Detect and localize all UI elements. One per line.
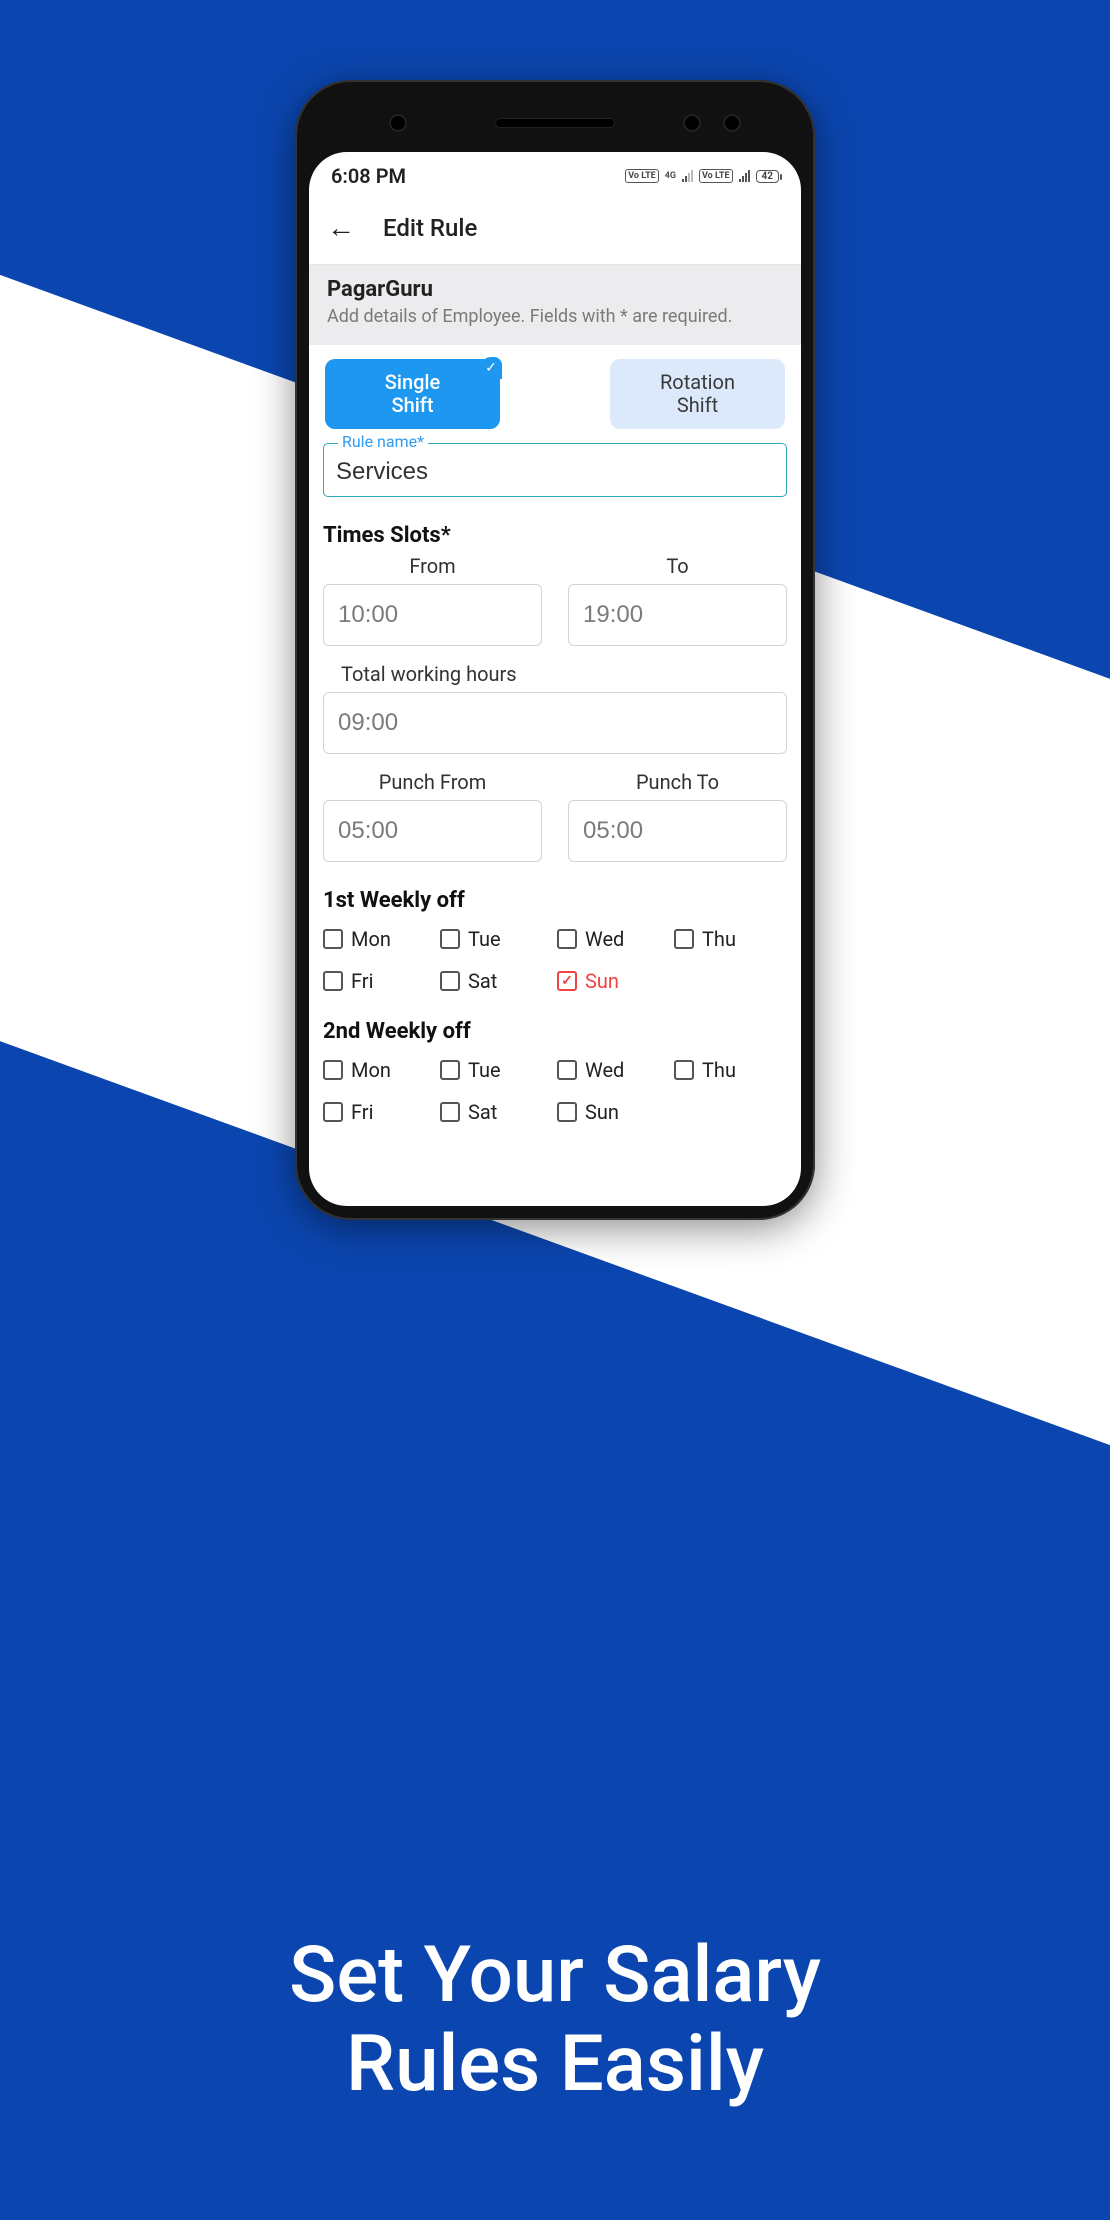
punch-from-input[interactable] — [323, 800, 542, 862]
day-sat[interactable]: Sat — [440, 969, 553, 993]
punch-from-label: Punch From — [323, 770, 542, 794]
checkbox-icon — [323, 971, 343, 991]
rule-name-field[interactable]: Rule name* — [323, 443, 787, 497]
checkbox-icon — [674, 929, 694, 949]
tab-label: Single Shift — [385, 370, 441, 417]
checkbox-icon — [323, 1102, 343, 1122]
week1-days: Mon Tue Wed Thu Fri Sat ✓ Sun — [323, 927, 787, 993]
day-label: Wed — [585, 1058, 624, 1082]
from-input[interactable] — [323, 584, 542, 646]
checkbox-icon — [440, 1102, 460, 1122]
rule-name-legend: Rule name* — [338, 432, 428, 451]
day-label: Mon — [351, 927, 391, 951]
checkbox-icon — [557, 1060, 577, 1080]
day-label: Tue — [468, 1058, 501, 1082]
day-label: Thu — [702, 927, 736, 951]
checkbox-icon — [323, 929, 343, 949]
day-tue[interactable]: Tue — [440, 1058, 553, 1082]
day-sun[interactable]: ✓ Sun — [557, 969, 670, 993]
checkbox-icon — [557, 929, 577, 949]
to-input[interactable] — [568, 584, 787, 646]
twh-input[interactable] — [323, 692, 787, 754]
checkbox-icon — [674, 1060, 694, 1080]
brand-description: Add details of Employee. Fields with * a… — [327, 306, 783, 327]
day-fri[interactable]: Fri — [323, 969, 436, 993]
page-title: Edit Rule — [383, 214, 477, 242]
day-tue[interactable]: Tue — [440, 927, 553, 951]
checkbox-icon — [557, 1102, 577, 1122]
day-thu[interactable]: Thu — [674, 1058, 787, 1082]
shift-tabs: ✓ Single Shift Rotation Shift — [323, 345, 787, 439]
checkbox-icon — [323, 1060, 343, 1080]
checkbox-icon: ✓ — [557, 971, 577, 991]
day-label: Fri — [351, 969, 373, 993]
day-label: Sun — [585, 969, 619, 993]
volte-icon: Vo LTE — [699, 169, 733, 183]
day-label: Sat — [468, 1100, 497, 1124]
checkbox-icon — [440, 929, 460, 949]
phone-frame: 6:08 PM Vo LTE 4G Vo LTE 42 ← Edit Rule … — [295, 80, 815, 1220]
status-bar: 6:08 PM Vo LTE 4G Vo LTE 42 — [309, 152, 801, 194]
day-label: Thu — [702, 1058, 736, 1082]
day-sat[interactable]: Sat — [440, 1100, 553, 1124]
tab-label: Rotation Shift — [660, 370, 735, 417]
tab-rotation-shift[interactable]: Rotation Shift — [610, 359, 785, 429]
back-arrow-icon[interactable]: ← — [327, 214, 355, 242]
day-mon[interactable]: Mon — [323, 1058, 436, 1082]
punch-to-label: Punch To — [568, 770, 787, 794]
to-label: To — [568, 554, 787, 578]
day-mon[interactable]: Mon — [323, 927, 436, 951]
battery-icon: 42 — [756, 170, 779, 183]
day-label: Fri — [351, 1100, 373, 1124]
check-icon: ✓ — [480, 357, 502, 379]
day-sun[interactable]: Sun — [557, 1100, 670, 1124]
signal-icon — [739, 170, 750, 182]
phone-notch — [309, 94, 801, 152]
week2-title: 2nd Weekly off — [323, 1019, 787, 1044]
promo-tagline: Set Your Salary Rules Easily — [0, 1931, 1110, 2110]
punch-to-input[interactable] — [568, 800, 787, 862]
day-wed[interactable]: Wed — [557, 927, 670, 951]
from-label: From — [323, 554, 542, 578]
signal-icon — [682, 170, 693, 182]
status-icons: Vo LTE 4G Vo LTE 42 — [625, 169, 779, 183]
phone-screen: 6:08 PM Vo LTE 4G Vo LTE 42 ← Edit Rule … — [309, 152, 801, 1206]
day-fri[interactable]: Fri — [323, 1100, 436, 1124]
day-wed[interactable]: Wed — [557, 1058, 670, 1082]
network-icon: 4G — [665, 171, 676, 181]
week1-title: 1st Weekly off — [323, 888, 787, 913]
tab-single-shift[interactable]: ✓ Single Shift — [325, 359, 500, 429]
status-time: 6:08 PM — [331, 164, 406, 188]
checkbox-icon — [440, 971, 460, 991]
day-label: Mon — [351, 1058, 391, 1082]
checkbox-icon — [440, 1060, 460, 1080]
twh-label: Total working hours — [323, 662, 787, 686]
subheader: PagarGuru Add details of Employee. Field… — [309, 265, 801, 345]
week2-days: Mon Tue Wed Thu Fri Sat Sun — [323, 1058, 787, 1124]
rule-name-input[interactable] — [336, 458, 774, 486]
brand-title: PagarGuru — [327, 277, 783, 302]
app-header: ← Edit Rule — [309, 194, 801, 265]
day-thu[interactable]: Thu — [674, 927, 787, 951]
day-label: Sun — [585, 1100, 619, 1124]
day-label: Tue — [468, 927, 501, 951]
day-label: Sat — [468, 969, 497, 993]
day-label: Wed — [585, 927, 624, 951]
timeslots-title: Times Slots* — [323, 523, 787, 548]
volte-icon: Vo LTE — [625, 169, 659, 183]
